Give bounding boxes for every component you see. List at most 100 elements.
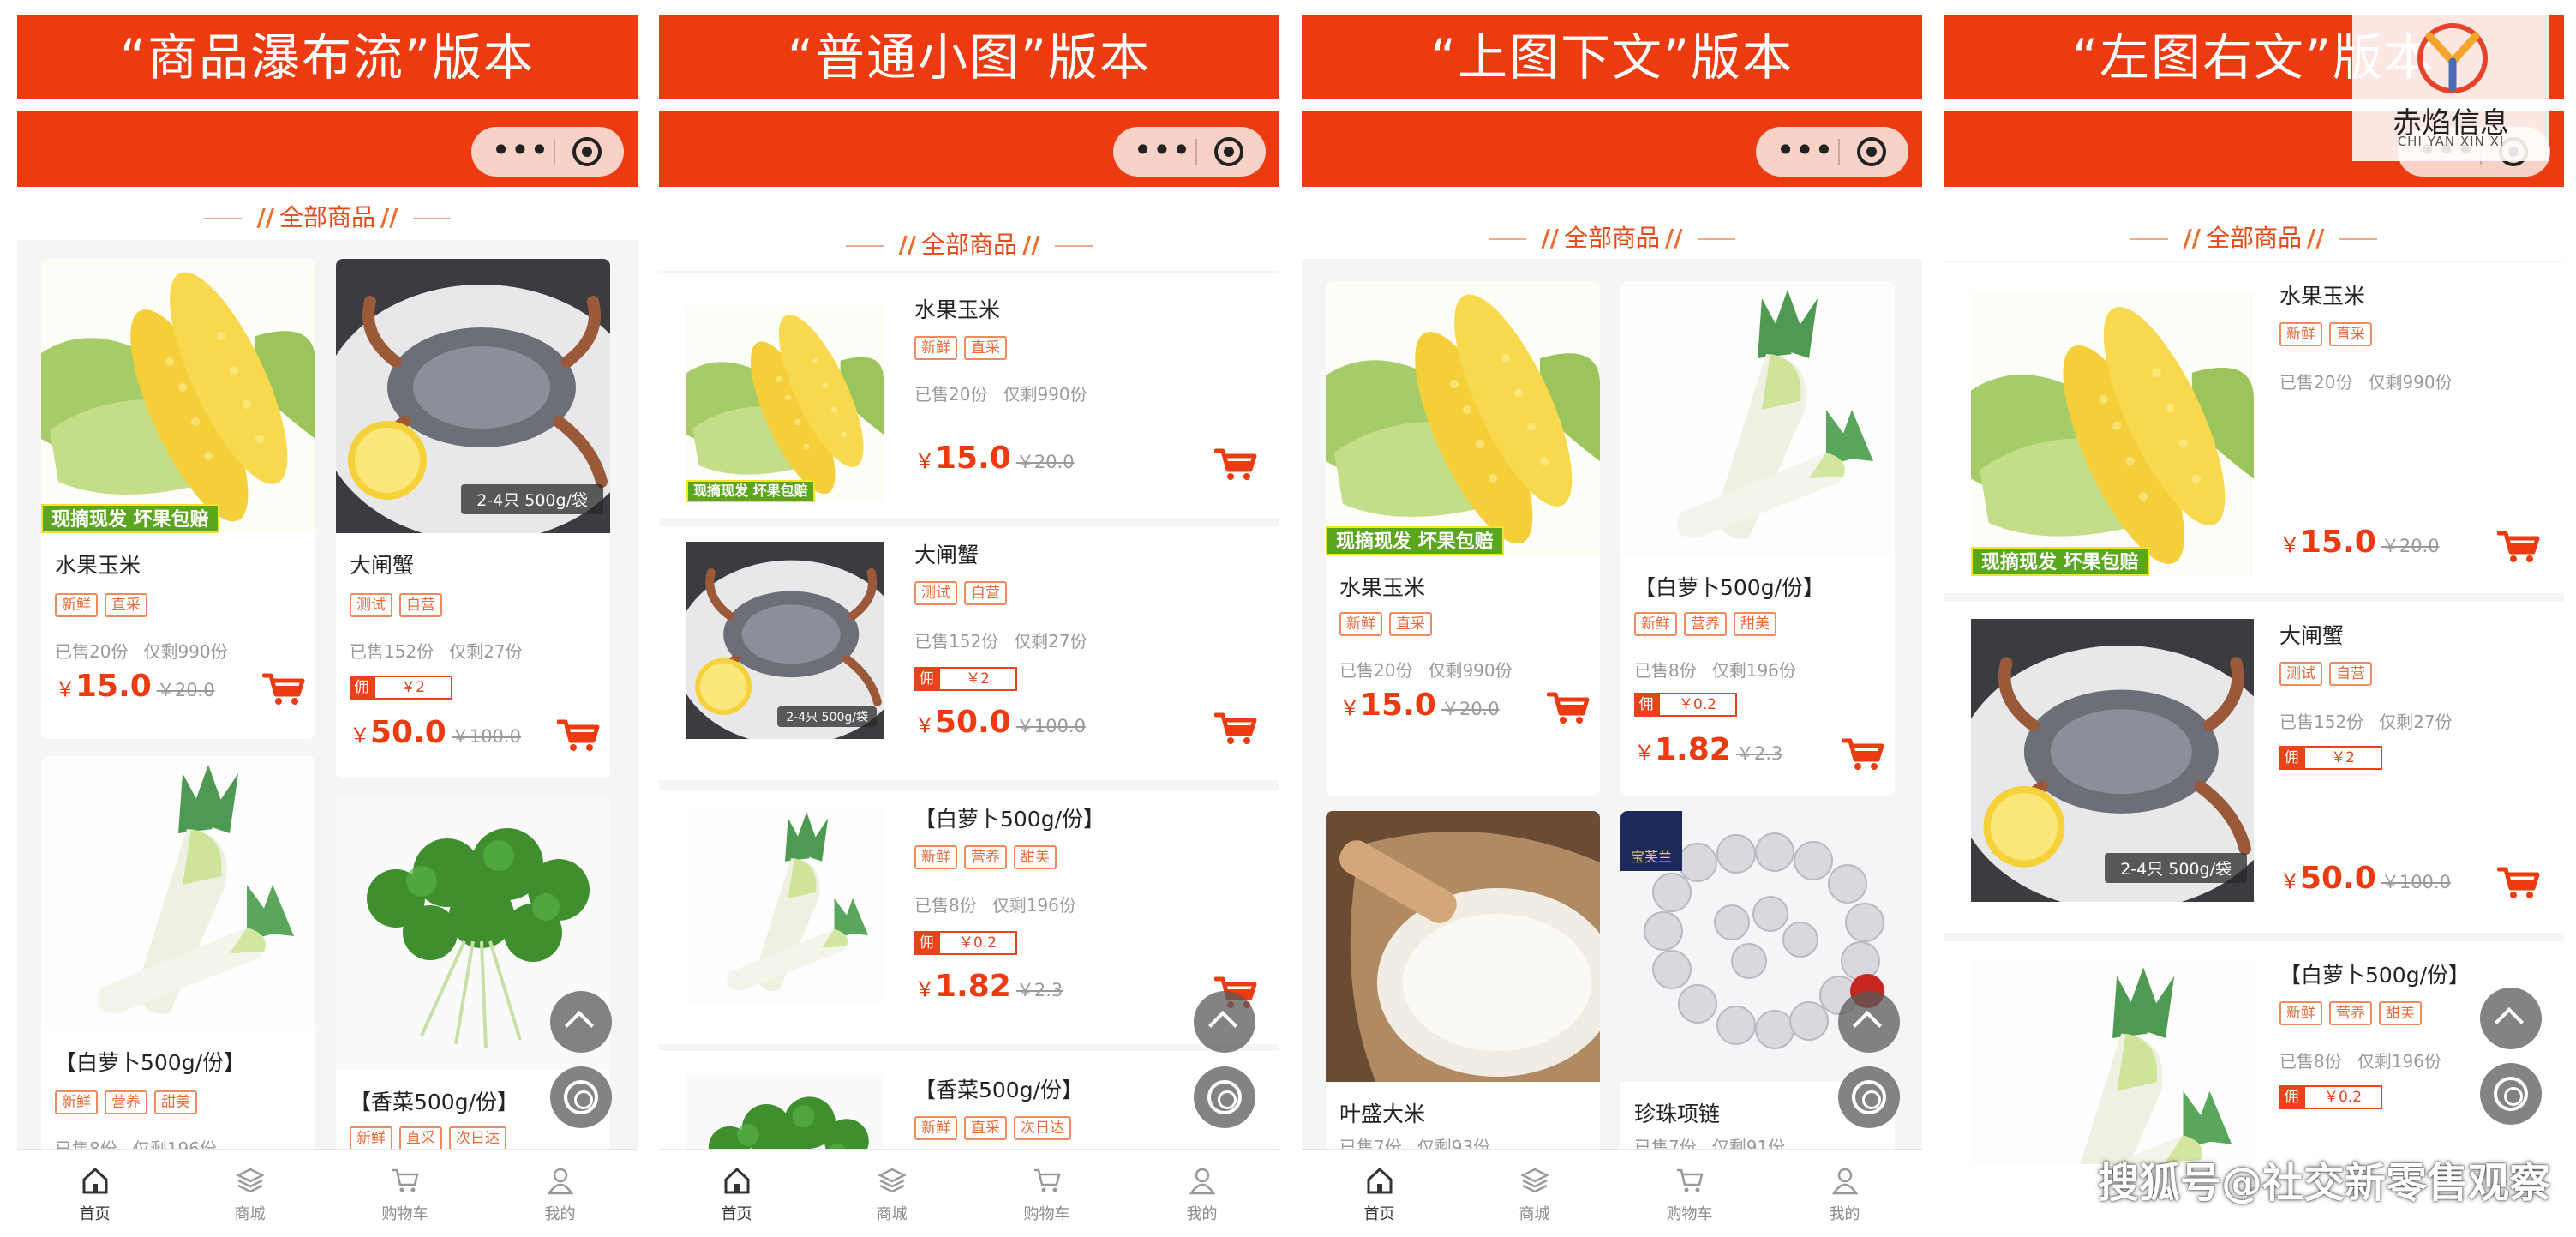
list-item[interactable]: 2-4只 500g/袋 大闸蟹 测试 自营 已售152份 仅剩27份 佣 ￥2 ￥50… <box>1944 602 2564 933</box>
product-name[interactable]: 水果玉米 <box>914 293 1000 324</box>
layers-icon <box>1520 1168 1549 1193</box>
product-name[interactable]: 【白萝卜500g/份】 <box>1634 571 1824 602</box>
tab-home[interactable]: 首页 <box>659 1150 814 1237</box>
tab-home[interactable]: 首页 <box>17 1150 172 1237</box>
product-image[interactable] <box>686 1073 884 1154</box>
tag: 甜美 <box>1734 612 1776 636</box>
product-image[interactable]: 现摘现发 坏果包赔 <box>1971 293 2254 576</box>
product-name[interactable]: 珍珠项链 <box>1634 1097 1720 1128</box>
tag-list: 新鲜 直采 <box>1339 612 1439 636</box>
product-name[interactable]: 【香菜500g/份】 <box>914 1073 1083 1104</box>
product-name[interactable]: 大闸蟹 <box>914 538 979 569</box>
product-name[interactable]: 【白萝卜500g/份】 <box>914 802 1105 833</box>
product-image[interactable] <box>41 756 315 1030</box>
panel-image-left-text-right: “左图右文”版本 ••• //全部商品// 现摘现发 坏果包赔 水果玉米 新鲜直… <box>1944 0 2564 1237</box>
product-name[interactable]: 【香菜500g/份】 <box>350 1085 518 1116</box>
tag: 自营 <box>399 593 442 617</box>
tab-mall[interactable]: 商城 <box>1457 1150 1612 1237</box>
mini-program-capsule[interactable]: ••• <box>1113 127 1266 177</box>
more-icon[interactable]: ••• <box>1775 127 1835 177</box>
customer-service-button[interactable] <box>1194 1066 1255 1128</box>
commission-value: ￥0.2 <box>938 931 1017 955</box>
list-item[interactable]: 2-4只 500g/袋 大闸蟹 测试 自营 已售152份 仅剩27份 佣 ￥2 ￥50… <box>659 526 1279 780</box>
tag: 甜美 <box>154 1090 197 1114</box>
product-image[interactable]: 现摘现发 坏果包赔 <box>1326 281 1600 555</box>
add-to-cart-icon[interactable] <box>1842 736 1884 772</box>
customer-service-button[interactable] <box>550 1066 612 1128</box>
close-target-icon[interactable] <box>1214 137 1243 166</box>
product-name[interactable]: 水果玉米 <box>2279 279 2365 310</box>
product-card[interactable]: 叶盛大米 已售7份 仅剩93份 <box>1326 811 1600 1171</box>
promo-badge: 现摘现发 坏果包赔 <box>1326 526 1504 555</box>
tab-mine[interactable]: 我的 <box>1124 1150 1279 1237</box>
tab-label: 我的 <box>544 1205 576 1223</box>
product-name[interactable]: 【白萝卜500g/份】 <box>55 1046 245 1077</box>
headset-icon <box>564 1080 598 1114</box>
product-image[interactable]: 2-4只 500g/袋 <box>336 259 610 533</box>
product-image[interactable] <box>686 806 884 1003</box>
price-value: 15.0 <box>2300 525 2376 560</box>
scroll-top-button[interactable] <box>1838 991 1900 1053</box>
add-to-cart-icon[interactable] <box>1214 446 1257 482</box>
list-item[interactable]: 现摘现发 坏果包赔 水果玉米 新鲜 直采 已售20份 仅剩990份 ￥15.0 ￥20… <box>659 273 1279 518</box>
weight-tag: 2-4只 500g/袋 <box>777 706 877 727</box>
commission-label: 佣 <box>914 931 938 955</box>
list-item[interactable]: 【白萝卜500g/份】 新鲜 营养 甜美 已售8份 仅剩196份 佣 ￥0.2 <box>1944 941 2564 1164</box>
tab-cart[interactable]: 购物车 <box>969 1150 1124 1237</box>
product-name[interactable]: 大闸蟹 <box>350 549 414 579</box>
close-target-icon[interactable] <box>1857 137 1886 166</box>
product-name[interactable]: 大闸蟹 <box>2279 619 2344 650</box>
product-card[interactable]: 现摘现发 坏果包赔 水果玉米 新鲜 直采 已售20份 仅剩990份 ￥15.0 ￥20… <box>41 259 315 739</box>
customer-service-button[interactable] <box>1838 1066 1900 1128</box>
product-card[interactable]: 现摘现发 坏果包赔 水果玉米 新鲜 直采 已售20份 仅剩990份 ￥15.0 ￥20… <box>1326 281 1600 796</box>
section-header: //全部商品// <box>17 199 638 237</box>
tab-cart[interactable]: 购物车 <box>1612 1150 1767 1237</box>
list-item[interactable]: 现摘现发 坏果包赔 水果玉米 新鲜 直采 已售20份 仅剩990份 ￥15.0 ￥20… <box>1944 262 2564 593</box>
commission-label: 佣 <box>914 667 938 691</box>
product-card[interactable]: 【白萝卜500g/份】 新鲜 营养 甜美 已售8份 仅剩196份 佣 ￥0.2 ￥1.8… <box>1620 281 1895 796</box>
add-to-cart-icon[interactable] <box>557 717 600 753</box>
product-image[interactable]: 2-4只 500g/袋 <box>686 542 884 739</box>
product-image[interactable] <box>1971 958 2254 1164</box>
tab-mall[interactable]: 商城 <box>814 1150 969 1237</box>
currency: ￥ <box>914 449 935 473</box>
sold-count: 已售8份 <box>1634 660 1697 681</box>
product-name[interactable]: 水果玉米 <box>1339 571 1425 602</box>
add-to-cart-icon[interactable] <box>2497 864 2540 900</box>
product-name[interactable]: 叶盛大米 <box>1339 1097 1425 1128</box>
list-item[interactable]: 【香菜500g/份】 新鲜 直采 次日达 <box>659 1051 1279 1154</box>
scroll-top-button[interactable] <box>1194 991 1255 1053</box>
commission: 佣 ￥0.2 <box>2279 1085 2382 1109</box>
mini-program-capsule[interactable]: ••• <box>471 127 624 177</box>
more-icon[interactable]: ••• <box>1132 127 1192 177</box>
price-value: 50.0 <box>935 705 1011 740</box>
add-to-cart-icon[interactable] <box>2497 528 2540 564</box>
product-card[interactable]: 2-4只 500g/袋 大闸蟹 测试 自营 已售152份 仅剩27份 佣 ￥2 ￥50… <box>336 259 610 778</box>
mini-program-capsule[interactable]: ••• <box>1756 127 1908 177</box>
close-target-icon[interactable] <box>572 137 602 166</box>
tab-home[interactable]: 首页 <box>1302 1150 1457 1237</box>
price: ￥15.0 ￥20.0 <box>2279 525 2440 560</box>
product-image[interactable]: 2-4只 500g/袋 <box>1971 619 2254 902</box>
tab-cart[interactable]: 购物车 <box>327 1150 482 1237</box>
add-to-cart-icon[interactable] <box>262 670 305 706</box>
scroll-top-button[interactable] <box>550 991 612 1053</box>
more-icon[interactable]: ••• <box>490 127 550 177</box>
product-image[interactable]: 现摘现发 坏果包赔 <box>686 305 884 502</box>
customer-service-button[interactable] <box>2480 1063 2542 1125</box>
product-image[interactable] <box>1326 811 1600 1082</box>
slash-icon: // <box>256 203 274 231</box>
add-to-cart-icon[interactable] <box>1547 689 1590 725</box>
list-item[interactable]: 【白萝卜500g/份】 新鲜 营养 甜美 已售8份 仅剩196份 佣 ￥0.2 ￥1.8… <box>659 790 1279 1044</box>
commission: 佣 ￥2 <box>914 667 1017 691</box>
product-name[interactable]: 【白萝卜500g/份】 <box>2279 958 2470 989</box>
product-image[interactable]: 现摘现发 坏果包赔 <box>41 259 315 533</box>
scroll-top-button[interactable] <box>2480 988 2542 1049</box>
tab-mine[interactable]: 我的 <box>482 1150 638 1237</box>
product-name[interactable]: 水果玉米 <box>55 549 141 579</box>
product-image[interactable] <box>1620 281 1895 555</box>
add-to-cart-icon[interactable] <box>1214 710 1257 746</box>
tab-mine[interactable]: 我的 <box>1767 1150 1922 1237</box>
product-card[interactable]: 【白萝卜500g/份】 新鲜营养甜美 已售8份仅剩196份 <box>41 756 315 1168</box>
tab-mall[interactable]: 商城 <box>172 1150 327 1237</box>
